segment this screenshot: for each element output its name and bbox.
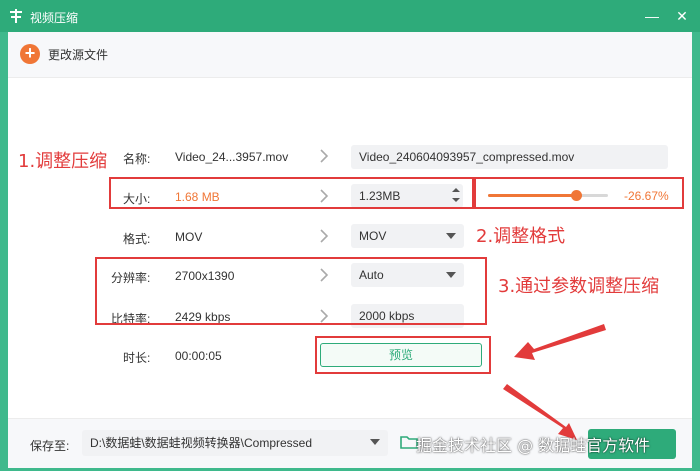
chevron-right-icon	[320, 229, 329, 243]
main-panel: + 更改源文件	[8, 32, 692, 468]
save-path-value: D:\数据蛙\数据蛙视频转换器\Compressed	[90, 436, 313, 450]
chevron-right-icon	[320, 149, 329, 163]
annotation-box-params	[95, 257, 487, 325]
format-label: 格式:	[123, 232, 151, 246]
dropdown-arrow-icon	[446, 233, 456, 239]
duration-value: 00:00:05	[175, 349, 222, 363]
annotation-box-preview	[315, 336, 491, 374]
source-name-value: Video_24...3957.mov	[175, 150, 289, 164]
name-label: 名称:	[123, 152, 151, 166]
plus-icon: +	[20, 44, 40, 64]
change-source-label: 更改源文件	[48, 47, 109, 62]
watermark-text: 掘金技术社区 @ 数据蛙官方软件	[416, 436, 651, 455]
dropdown-arrow-icon	[370, 439, 380, 445]
top-toolbar: + 更改源文件	[8, 32, 692, 78]
annotation-label-3: 3.通过参数调整压缩	[498, 276, 660, 297]
app-logo-icon	[10, 9, 22, 23]
annotation-label-2: 2.调整格式	[476, 226, 566, 247]
minimize-icon[interactable]: —	[642, 6, 662, 26]
close-icon[interactable]: ✕	[672, 6, 692, 26]
save-to-label: 保存至:	[30, 439, 70, 453]
format-select-value: MOV	[359, 229, 387, 243]
source-format-value: MOV	[175, 230, 203, 244]
annotation-box-size	[109, 177, 474, 209]
title-bar: 视频压缩 — ✕	[0, 0, 700, 32]
save-path-select[interactable]: D:\数据蛙\数据蛙视频转换器\Compressed	[82, 430, 388, 456]
change-source-button[interactable]: + 更改源文件	[20, 43, 108, 65]
output-name-field[interactable]: Video_240604093957_compressed.mov	[351, 145, 668, 169]
annotation-label-1: 1.调整压缩	[18, 151, 108, 172]
duration-label: 时长:	[123, 351, 151, 365]
format-select[interactable]: MOV	[351, 224, 464, 248]
window-title: 视频压缩	[30, 11, 79, 25]
annotation-box-slider	[474, 177, 684, 209]
